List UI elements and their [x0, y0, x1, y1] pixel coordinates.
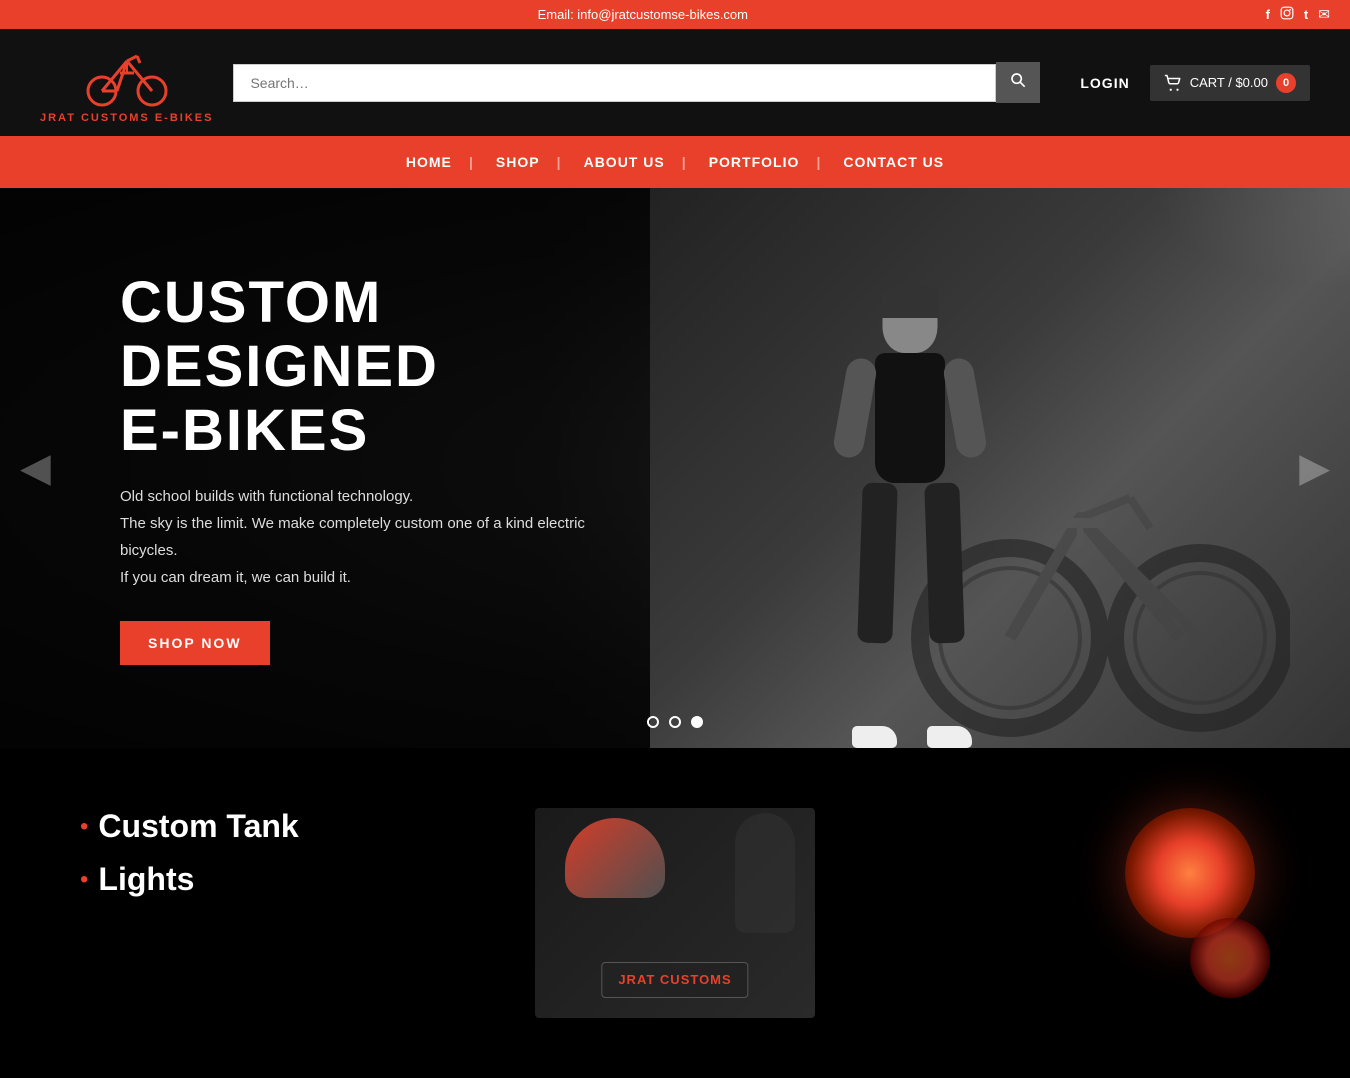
search-button[interactable]: [996, 62, 1040, 103]
nav-bar: HOME SHOP ABOUT US PORTFOLIO CONTACT US: [0, 136, 1350, 188]
nav-home[interactable]: HOME: [384, 136, 474, 188]
features-left: • Custom Tank • Lights: [80, 808, 450, 914]
shop-now-button[interactable]: SHOP NOW: [120, 621, 270, 665]
logo[interactable]: JRAT CUSTOMS E-BIKES: [40, 41, 213, 124]
top-bar-email: Email: info@jratcustomse-bikes.com: [20, 7, 1266, 22]
hero-light: [1150, 188, 1350, 288]
cart-badge: 0: [1276, 73, 1296, 93]
feature-item-1: • Custom Tank: [80, 808, 450, 845]
social-icons: f t ✉: [1266, 6, 1330, 23]
feature-bullet-1: •: [80, 815, 88, 839]
feature-item-2: • Lights: [80, 861, 450, 898]
nav-contact[interactable]: CONTACT US: [821, 136, 966, 188]
feature-label-2: Lights: [98, 861, 194, 898]
feature-label-1: Custom Tank: [98, 808, 298, 845]
search-area: [233, 62, 1040, 103]
sign-text: JRAT CUSTOMS: [618, 972, 731, 987]
search-icon: [1010, 72, 1026, 88]
features-center-image: JRAT CUSTOMS: [490, 808, 860, 1018]
slider-dot-3[interactable]: [691, 716, 703, 728]
logo-icon: [82, 41, 172, 116]
hero-section: CUSTOM DESIGNED E-BIKES Old school build…: [0, 188, 1350, 748]
nav-portfolio[interactable]: PORTFOLIO: [687, 136, 822, 188]
slider-dot-2[interactable]: [669, 716, 681, 728]
search-input[interactable]: [233, 64, 996, 102]
hero-content: CUSTOM DESIGNED E-BIKES Old school build…: [0, 271, 600, 664]
top-bar: Email: info@jratcustomse-bikes.com f t ✉: [0, 0, 1350, 29]
hero-image-area: [650, 188, 1350, 748]
logo-text: JRAT CUSTOMS E-BIKES: [40, 112, 213, 124]
header-actions: LOGIN CART / $0.00 0: [1080, 65, 1310, 101]
center-image-placeholder: JRAT CUSTOMS: [535, 808, 815, 1018]
hero-title: CUSTOM DESIGNED E-BIKES: [120, 271, 600, 462]
login-button[interactable]: LOGIN: [1080, 75, 1129, 91]
right-visuals: [1110, 808, 1270, 998]
instagram-icon[interactable]: [1280, 6, 1294, 23]
mail-icon[interactable]: ✉: [1318, 6, 1330, 23]
prev-slide-arrow[interactable]: ◀: [20, 445, 51, 491]
nav-shop[interactable]: SHOP: [474, 136, 562, 188]
slider-dot-1[interactable]: [647, 716, 659, 728]
sign-area: JRAT CUSTOMS: [601, 962, 748, 998]
person-silhouette: [830, 278, 990, 748]
helmet-shape: [565, 818, 665, 898]
slider-dots: [647, 716, 703, 728]
twitter-icon[interactable]: t: [1304, 7, 1308, 22]
facebook-icon[interactable]: f: [1266, 7, 1270, 22]
features-right-image: [900, 808, 1270, 998]
hero-subtitle: Old school builds with functional techno…: [120, 483, 600, 591]
cart-label: CART / $0.00: [1190, 75, 1268, 90]
feature-bullet-2: •: [80, 868, 88, 892]
person-shape: [735, 813, 795, 933]
features-section: • Custom Tank • Lights JRAT CUSTOMS: [0, 748, 1350, 1078]
nav-about[interactable]: ABOUT US: [562, 136, 687, 188]
cart-button[interactable]: CART / $0.00 0: [1150, 65, 1310, 101]
header: JRAT CUSTOMS E-BIKES LOGIN CART / $0.00 …: [0, 29, 1350, 136]
headlight-shape-2: [1190, 918, 1270, 998]
cart-icon: [1164, 74, 1182, 92]
next-slide-arrow[interactable]: ▶: [1299, 445, 1330, 491]
